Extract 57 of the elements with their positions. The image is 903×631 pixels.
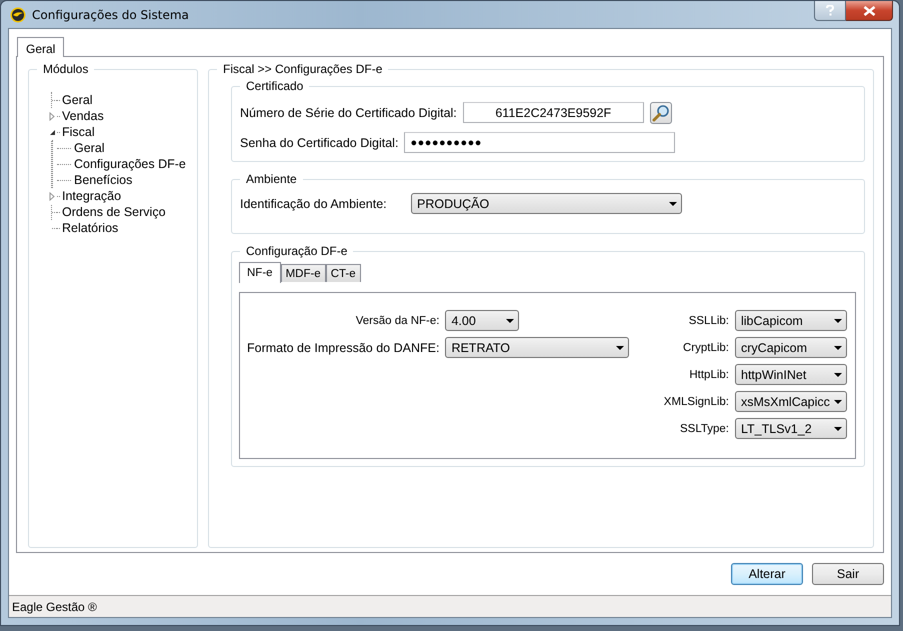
field-label: HttpLib: <box>688 368 729 380</box>
tree-item[interactable]: Integração <box>62 189 122 203</box>
dropdown[interactable]: httpWinINet <box>735 364 847 385</box>
dropdown[interactable]: cryCapicom <box>735 337 847 358</box>
tree-item[interactable]: Geral <box>74 141 105 155</box>
help-button[interactable] <box>814 1 846 21</box>
text-field[interactable]: 611E2C2473E9592F <box>462 102 644 123</box>
tree-item[interactable]: Benefícios <box>74 173 132 187</box>
tree-item[interactable]: Geral <box>62 93 93 107</box>
field-label: CryptLib: <box>682 342 729 354</box>
caret-icon <box>834 400 842 404</box>
close-icon <box>862 6 876 16</box>
dropdown[interactable]: PRODUÇÃO <box>411 193 682 214</box>
field-label: SSLType: <box>678 422 729 434</box>
tab[interactable]: Geral <box>17 37 64 57</box>
field-label: Identificação do Ambiente: <box>240 196 388 210</box>
field-label: Formato de Impressão do DANFE: <box>247 340 440 354</box>
field-label: XMLSignLib: <box>664 396 729 408</box>
group-title: Módulos <box>43 62 88 76</box>
status-bar: Eagle Gestão ® <box>9 595 891 617</box>
search-icon <box>652 104 670 122</box>
caret-icon <box>834 318 842 322</box>
tree-item[interactable]: Relatórios <box>62 221 118 235</box>
section-title: Fiscal >> Configurações DF-e <box>223 62 382 76</box>
caret-icon <box>834 346 842 350</box>
field-label: Versão da NF-e: <box>354 314 440 326</box>
group-title: Certificado <box>246 79 304 93</box>
dropdown[interactable]: libCapicom <box>735 310 847 331</box>
field-label: SSLLib: <box>688 314 729 326</box>
password-field[interactable]: ●●●●●●●●●● <box>404 132 676 153</box>
tree-item[interactable]: Fiscal <box>62 125 95 139</box>
close-button[interactable] <box>846 1 893 21</box>
app-logo-icon <box>10 6 26 22</box>
tree-item[interactable]: Configurações DF-e <box>74 157 186 171</box>
tree-item[interactable]: Ordens de Serviço <box>62 205 166 219</box>
field-label: Senha do Certificado Digital: <box>240 136 398 150</box>
caret-icon <box>616 346 624 350</box>
dropdown[interactable]: xsMsXmlCapicc <box>735 391 847 412</box>
tab[interactable]: NF-e <box>239 262 281 283</box>
default-button[interactable]: Alterar <box>731 563 803 585</box>
field-label: Número de Série do Certificado Digital: <box>240 106 457 120</box>
group-title: Ambiente <box>246 172 297 186</box>
button[interactable]: Sair <box>812 563 884 585</box>
dropdown[interactable]: RETRATO <box>445 337 630 358</box>
caret-icon <box>669 202 677 206</box>
dropdown[interactable]: LT_TLSv1_2 <box>735 418 847 439</box>
help-icon <box>826 5 834 16</box>
window-title: Configurações do Sistema <box>32 8 190 22</box>
tab[interactable]: MDF-e <box>280 264 326 282</box>
caret-icon <box>834 426 842 430</box>
dropdown[interactable]: 4.00 <box>445 310 520 331</box>
search-button[interactable] <box>650 102 672 124</box>
tree-item[interactable]: Vendas <box>62 109 104 123</box>
tab[interactable]: CT-e <box>326 264 361 282</box>
caret-icon <box>506 318 514 322</box>
group-title: Configuração DF-e <box>246 244 348 258</box>
caret-icon <box>834 372 842 376</box>
